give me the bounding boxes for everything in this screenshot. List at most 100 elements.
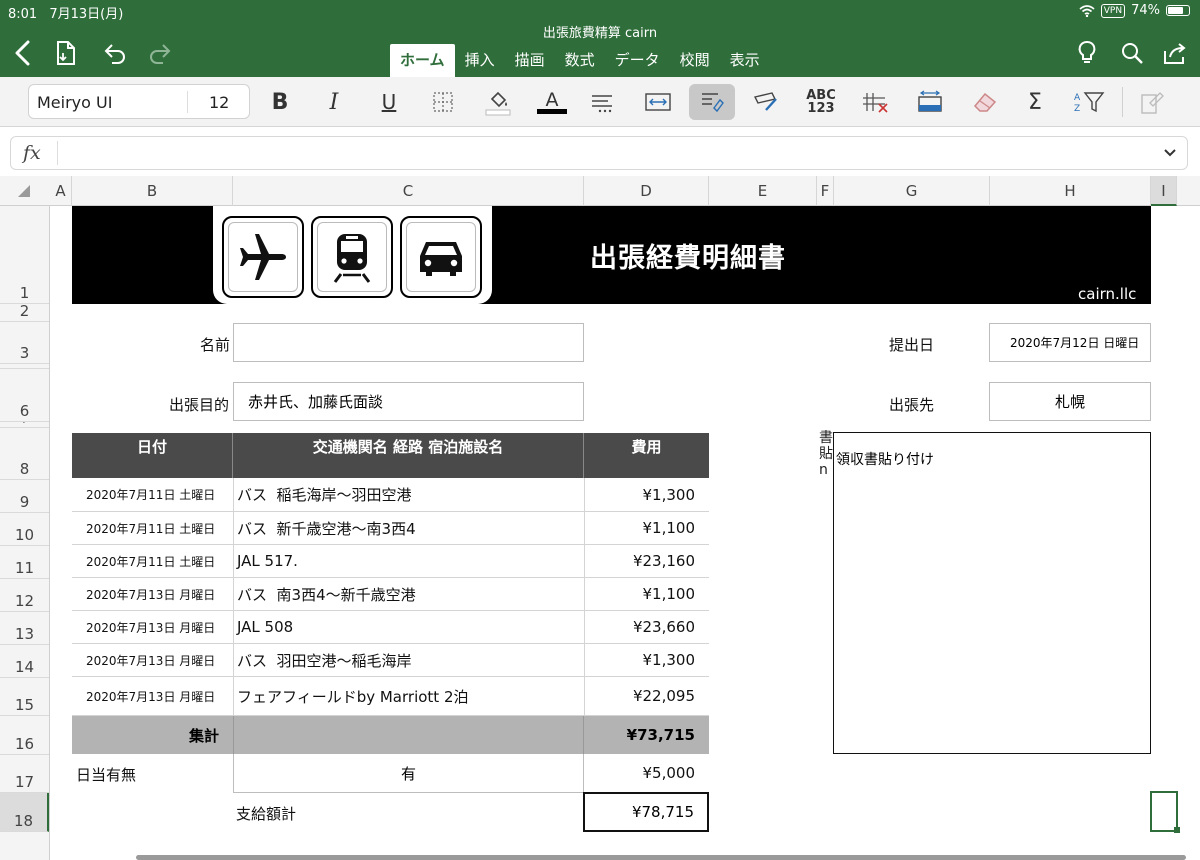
row-header[interactable]: 18: [0, 793, 49, 832]
submit-date-label: 提出日: [889, 336, 935, 354]
allowance-field[interactable]: 有: [233, 754, 584, 793]
selection-handle[interactable]: [1174, 827, 1180, 833]
row-header[interactable]: 1: [0, 206, 49, 304]
entry-cost[interactable]: ¥22,095: [584, 677, 709, 716]
entry-date[interactable]: 2020年7月13日 月曜日: [72, 611, 233, 644]
more-options-button[interactable]: [1128, 84, 1174, 120]
entry-date[interactable]: 2020年7月13日 月曜日: [72, 578, 233, 611]
cell-selection[interactable]: [1150, 791, 1178, 832]
status-date: 7月13日(月): [49, 7, 124, 22]
entry-route[interactable]: JAL 508: [233, 611, 584, 644]
entry-date[interactable]: 2020年7月13日 月曜日: [72, 677, 233, 716]
underline-button[interactable]: U: [366, 84, 412, 120]
redo-button[interactable]: [145, 38, 175, 68]
entry-cost[interactable]: ¥23,160: [584, 545, 709, 578]
airplane-icon: [240, 234, 286, 280]
font-size[interactable]: 12: [209, 93, 229, 112]
number-format-button[interactable]: ABC 123: [798, 84, 844, 120]
entry-date[interactable]: 2020年7月11日 土曜日: [72, 478, 233, 512]
wrap-text-button[interactable]: [635, 84, 681, 120]
select-all-corner[interactable]: [0, 176, 50, 206]
destination-field[interactable]: 札幌: [989, 382, 1151, 421]
column-width-button[interactable]: [907, 84, 953, 120]
sort-filter-button[interactable]: AZ: [1066, 84, 1112, 120]
row-header[interactable]: 2: [0, 302, 49, 322]
total-amount[interactable]: ¥73,715: [584, 716, 709, 754]
entry-route[interactable]: JAL 517.: [233, 545, 584, 578]
entry-cost[interactable]: ¥1,100: [584, 578, 709, 611]
formula-input[interactable]: [67, 141, 1147, 165]
row-header[interactable]: 10: [0, 513, 49, 546]
tab-home[interactable]: ホーム: [390, 44, 455, 77]
borders-button[interactable]: [420, 84, 466, 120]
tab-review[interactable]: 校閲: [670, 44, 720, 77]
back-button[interactable]: [8, 38, 38, 68]
row-header[interactable]: 15: [0, 678, 49, 716]
row-header[interactable]: 16: [0, 716, 49, 755]
column-header-b[interactable]: B: [72, 176, 233, 206]
ideas-button[interactable]: [1072, 38, 1102, 68]
name-field[interactable]: [233, 323, 584, 362]
column-header-a[interactable]: A: [50, 176, 72, 206]
row-header[interactable]: 13: [0, 612, 49, 645]
submit-date-field[interactable]: 2020年7月12日 日曜日: [989, 323, 1151, 362]
column-header-h[interactable]: H: [990, 176, 1151, 206]
font-name[interactable]: Meiryo UI: [37, 93, 112, 112]
column-header-g[interactable]: G: [834, 176, 990, 206]
row-header[interactable]: 3: [0, 322, 49, 364]
format-cells-button[interactable]: [689, 84, 735, 120]
entry-route[interactable]: フェアフィールドby Marriott 2泊: [233, 677, 584, 716]
payment-total[interactable]: ¥78,715: [583, 792, 709, 832]
row-header[interactable]: 6: [0, 369, 49, 422]
share-button[interactable]: [1160, 38, 1190, 68]
entry-date[interactable]: 2020年7月13日 月曜日: [72, 644, 233, 677]
allowance-amount[interactable]: ¥5,000: [584, 754, 709, 793]
tab-formulas[interactable]: 数式: [555, 44, 605, 77]
tab-data[interactable]: データ: [605, 44, 670, 77]
column-header-i[interactable]: I: [1151, 176, 1177, 206]
row-header[interactable]: 9: [0, 480, 49, 513]
purpose-field[interactable]: 赤井氏、加藤氏面談: [233, 382, 584, 421]
chevron-down-icon[interactable]: [1163, 148, 1177, 158]
italic-button[interactable]: I: [311, 84, 357, 120]
column-header-f[interactable]: F: [817, 176, 834, 206]
entry-cost[interactable]: ¥1,300: [584, 478, 709, 512]
bold-button[interactable]: B: [257, 84, 303, 120]
redo-icon: [150, 44, 171, 64]
row-header[interactable]: 17: [0, 755, 49, 793]
eraser-button[interactable]: [962, 84, 1008, 120]
tab-view[interactable]: 表示: [720, 44, 770, 77]
entry-cost[interactable]: ¥1,300: [584, 644, 709, 677]
horizontal-scrollbar[interactable]: [136, 855, 1186, 860]
entry-cost[interactable]: ¥1,100: [584, 512, 709, 545]
entry-route[interactable]: バス 稲毛海岸～羽田空港: [233, 478, 584, 512]
row-header[interactable]: 14: [0, 645, 49, 678]
tab-draw[interactable]: 描画: [505, 44, 555, 77]
row-header[interactable]: 8: [0, 428, 49, 480]
font-picker[interactable]: Meiryo UI 12: [28, 84, 250, 119]
file-button[interactable]: [52, 38, 82, 68]
row-header[interactable]: 12: [0, 579, 49, 612]
entry-route[interactable]: バス 羽田空港～稲毛海岸: [233, 644, 584, 677]
row-header[interactable]: 11: [0, 546, 49, 579]
column-header-d[interactable]: D: [584, 176, 709, 206]
receipt-paste-area[interactable]: 領収書貼り付け: [833, 432, 1151, 754]
entry-date[interactable]: 2020年7月11日 土曜日: [72, 545, 233, 578]
entry-date[interactable]: 2020年7月11日 土曜日: [72, 512, 233, 545]
clear-button[interactable]: [853, 84, 899, 120]
search-button[interactable]: [1117, 38, 1147, 68]
entry-route[interactable]: バス 南3西4～新千歳空港: [233, 578, 584, 611]
format-painter-icon: [753, 92, 777, 111]
column-header-c[interactable]: C: [233, 176, 584, 206]
align-button[interactable]: [580, 84, 626, 120]
column-header-e[interactable]: E: [709, 176, 817, 206]
fill-color-button[interactable]: [475, 84, 521, 120]
undo-button[interactable]: [100, 38, 130, 68]
font-color-button[interactable]: A: [529, 84, 575, 120]
vpn-badge: VPN: [1100, 3, 1126, 18]
entry-route[interactable]: バス 新千歳空港～南3西4: [233, 512, 584, 545]
tab-insert[interactable]: 挿入: [455, 44, 505, 77]
autosum-button[interactable]: Σ: [1012, 84, 1058, 120]
format-painter-button[interactable]: [744, 84, 790, 120]
entry-cost[interactable]: ¥23,660: [584, 611, 709, 644]
